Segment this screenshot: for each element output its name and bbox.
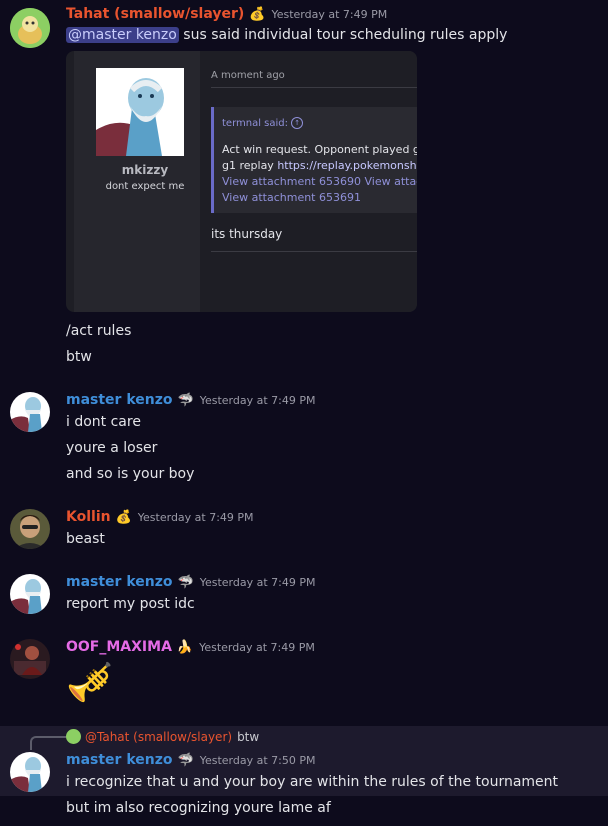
message-text: btw: [66, 349, 92, 365]
message-text: youre a loser: [66, 440, 158, 456]
avatar-master-kenzo[interactable]: [10, 392, 50, 432]
avatar-kollin[interactable]: [10, 509, 50, 549]
message-text: /act rules: [66, 323, 132, 339]
username-master-kenzo[interactable]: master kenzo: [66, 392, 173, 408]
message-text: beast: [66, 531, 105, 547]
avatar-master-kenzo[interactable]: [10, 752, 50, 792]
banana-icon: 🍌: [176, 639, 194, 655]
reply-snippet: btw: [237, 729, 260, 744]
embed-post-body: A moment ago termnal said: ↑ Act win req…: [202, 51, 417, 312]
replay-link[interactable]: https://replay.pokemonshow: [277, 159, 417, 172]
embed-user-panel: mkizzy dont expect me: [74, 51, 200, 312]
timestamp: Yesterday at 7:49 PM: [199, 640, 315, 654]
message-text: i recognize that u and your boy are with…: [66, 774, 559, 790]
embed-reply-text: its thursday: [211, 227, 283, 241]
divider: [211, 251, 417, 252]
timestamp: Yesterday at 7:50 PM: [199, 753, 316, 767]
attachment-link[interactable]: View attachment 653690 View attachm: [222, 174, 417, 190]
shark-icon: 🦈: [177, 752, 194, 768]
timestamp: Yesterday at 7:49 PM: [199, 575, 316, 589]
avatar-tahat[interactable]: [10, 8, 50, 48]
quote-text: Act win request. Opponent played g1 g1 r…: [222, 142, 417, 206]
mention-master-kenzo[interactable]: @master kenzo: [66, 27, 179, 43]
embed-user-title: dont expect me: [105, 181, 185, 192]
message-text: @master kenzo sus said individual tour s…: [66, 27, 508, 43]
avatar-master-kenzo[interactable]: [10, 574, 50, 614]
reply-author[interactable]: @Tahat (smallow/slayer): [85, 730, 232, 744]
money-bag-icon: 💰: [249, 6, 266, 22]
attachment-link[interactable]: View attachment 653691: [222, 190, 417, 206]
avatar-oof-maxima[interactable]: [10, 639, 50, 679]
reply-avatar-mini: [66, 729, 81, 744]
message-text: and so is your boy: [66, 466, 195, 482]
shark-icon: 🦈: [177, 574, 194, 590]
username-oof-maxima[interactable]: OOF_MAXIMA: [66, 639, 172, 655]
message-text: but im also recognizing youre lame af: [66, 800, 331, 816]
embed-timestamp: A moment ago: [211, 70, 285, 81]
username-master-kenzo[interactable]: master kenzo: [66, 574, 173, 590]
arrow-up-circle-icon[interactable]: ↑: [291, 117, 304, 129]
timestamp: Yesterday at 7:49 PM: [199, 393, 316, 407]
trumpet-icon[interactable]: 🎺: [66, 658, 113, 706]
timestamp: Yesterday at 7:49 PM: [271, 7, 388, 21]
username-tahat[interactable]: Tahat (smallow/slayer): [66, 6, 244, 22]
quoted-post-embed[interactable]: mkizzy dont expect me A moment ago termn…: [66, 51, 417, 312]
shark-icon: 🦈: [177, 392, 194, 408]
message-text: i dont care: [66, 414, 141, 430]
money-bag-icon: 💰: [115, 509, 132, 525]
quote-attribution[interactable]: termnal said: ↑: [222, 117, 304, 129]
username-master-kenzo[interactable]: master kenzo: [66, 752, 173, 768]
reply-reference[interactable]: @Tahat (smallow/slayer) btw: [66, 729, 259, 744]
embed-username[interactable]: mkizzy: [82, 163, 208, 177]
message-text: report my post idc: [66, 596, 195, 612]
username-kollin[interactable]: Kollin: [66, 509, 111, 525]
divider: [211, 87, 417, 88]
embed-avatar: [96, 68, 184, 156]
embed-quote-block: termnal said: ↑ Act win request. Opponen…: [211, 107, 417, 213]
reply-connector: [30, 736, 66, 750]
timestamp: Yesterday at 7:49 PM: [137, 510, 254, 524]
